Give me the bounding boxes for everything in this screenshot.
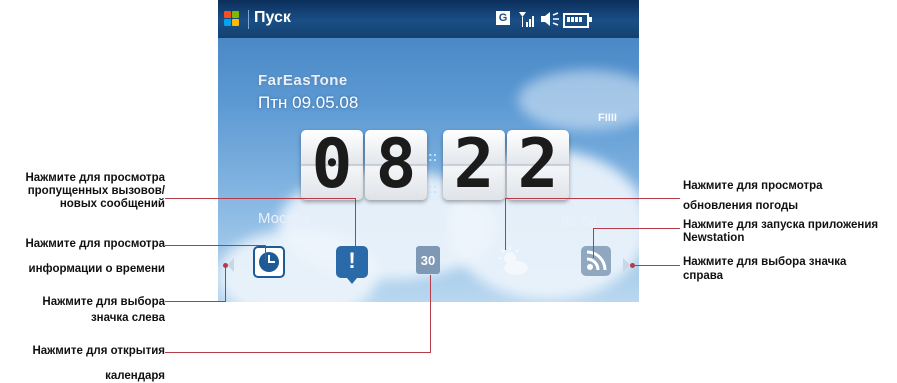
corner-text: FIIII (598, 112, 617, 124)
callout-dot (223, 263, 228, 268)
city-name: Москва (258, 210, 310, 227)
callout-line (225, 266, 226, 302)
clock-digit-minute-ones: 2 (507, 128, 569, 202)
callout-line (593, 228, 680, 229)
alert-icon[interactable]: ! (336, 246, 368, 284)
clock-digit-hour-tens: 0 (301, 128, 363, 202)
callout-weather-line1: Нажмите для просмотра (683, 180, 823, 192)
callout-newstation-line2: Newstation (683, 232, 745, 244)
date-display: Птн 09.05.08 (258, 93, 359, 112)
callout-time-info-line1: Нажмите для просмотра (25, 238, 165, 250)
cloud (518, 70, 639, 130)
callout-select-right-line2: справа (683, 270, 724, 282)
callout-line (165, 301, 225, 302)
callout-select-left-line1: Нажмите для выбора (42, 296, 165, 308)
signal-icon[interactable] (518, 10, 536, 28)
callout-line (633, 265, 680, 266)
windows-logo-icon[interactable] (224, 11, 241, 28)
callout-line (265, 245, 266, 261)
operator-name: FarEasTone (258, 72, 348, 89)
title-separator (248, 10, 249, 29)
callout-missed-calls: Нажмите для просмотра пропущенных вызово… (25, 172, 165, 210)
callout-time-info-line2: информации о времени (28, 263, 165, 275)
clock-digit-hour-ones: 8 (365, 128, 427, 202)
callout-select-right-line1: Нажмите для выбора значка (683, 256, 847, 268)
calendar-icon[interactable]: 30 (416, 246, 440, 274)
weather-icon[interactable] (496, 246, 528, 278)
callout-line (355, 198, 356, 260)
battery-icon[interactable] (563, 13, 592, 28)
callout-dot (630, 263, 635, 268)
callout-line (165, 198, 356, 199)
phone-screen: Пуск G FarEasTone Птн 09.05.08 FIIII 0 8… (218, 0, 639, 302)
clock-digit-minute-tens: 2 (443, 128, 505, 202)
clock-icon[interactable] (253, 246, 285, 278)
callout-line (593, 228, 594, 258)
rss-icon[interactable] (581, 246, 611, 276)
callout-weather-line2: обновления погоды (683, 200, 799, 212)
clock-colon: :::: (428, 148, 438, 196)
title-bar: Пуск G (218, 0, 639, 38)
callout-calendar-line2: календаря (105, 370, 165, 382)
callout-line (505, 198, 680, 199)
network-type-badge: G (496, 11, 510, 25)
alarm-time: 06:00 (561, 213, 597, 229)
callout-select-left-line2: значка слева (90, 312, 165, 324)
callout-line (430, 275, 431, 353)
callout-newstation-line1: Нажмите для запуска приложения (683, 219, 879, 231)
speaker-icon[interactable] (540, 10, 560, 28)
scroll-right-icon[interactable] (623, 258, 630, 272)
start-menu-title[interactable]: Пуск (254, 9, 291, 27)
scroll-left-icon[interactable] (227, 258, 234, 272)
callout-line (505, 198, 506, 250)
callout-line (165, 352, 431, 353)
callout-calendar-line1: Нажмите для открытия (32, 345, 165, 357)
callout-line (165, 245, 266, 246)
